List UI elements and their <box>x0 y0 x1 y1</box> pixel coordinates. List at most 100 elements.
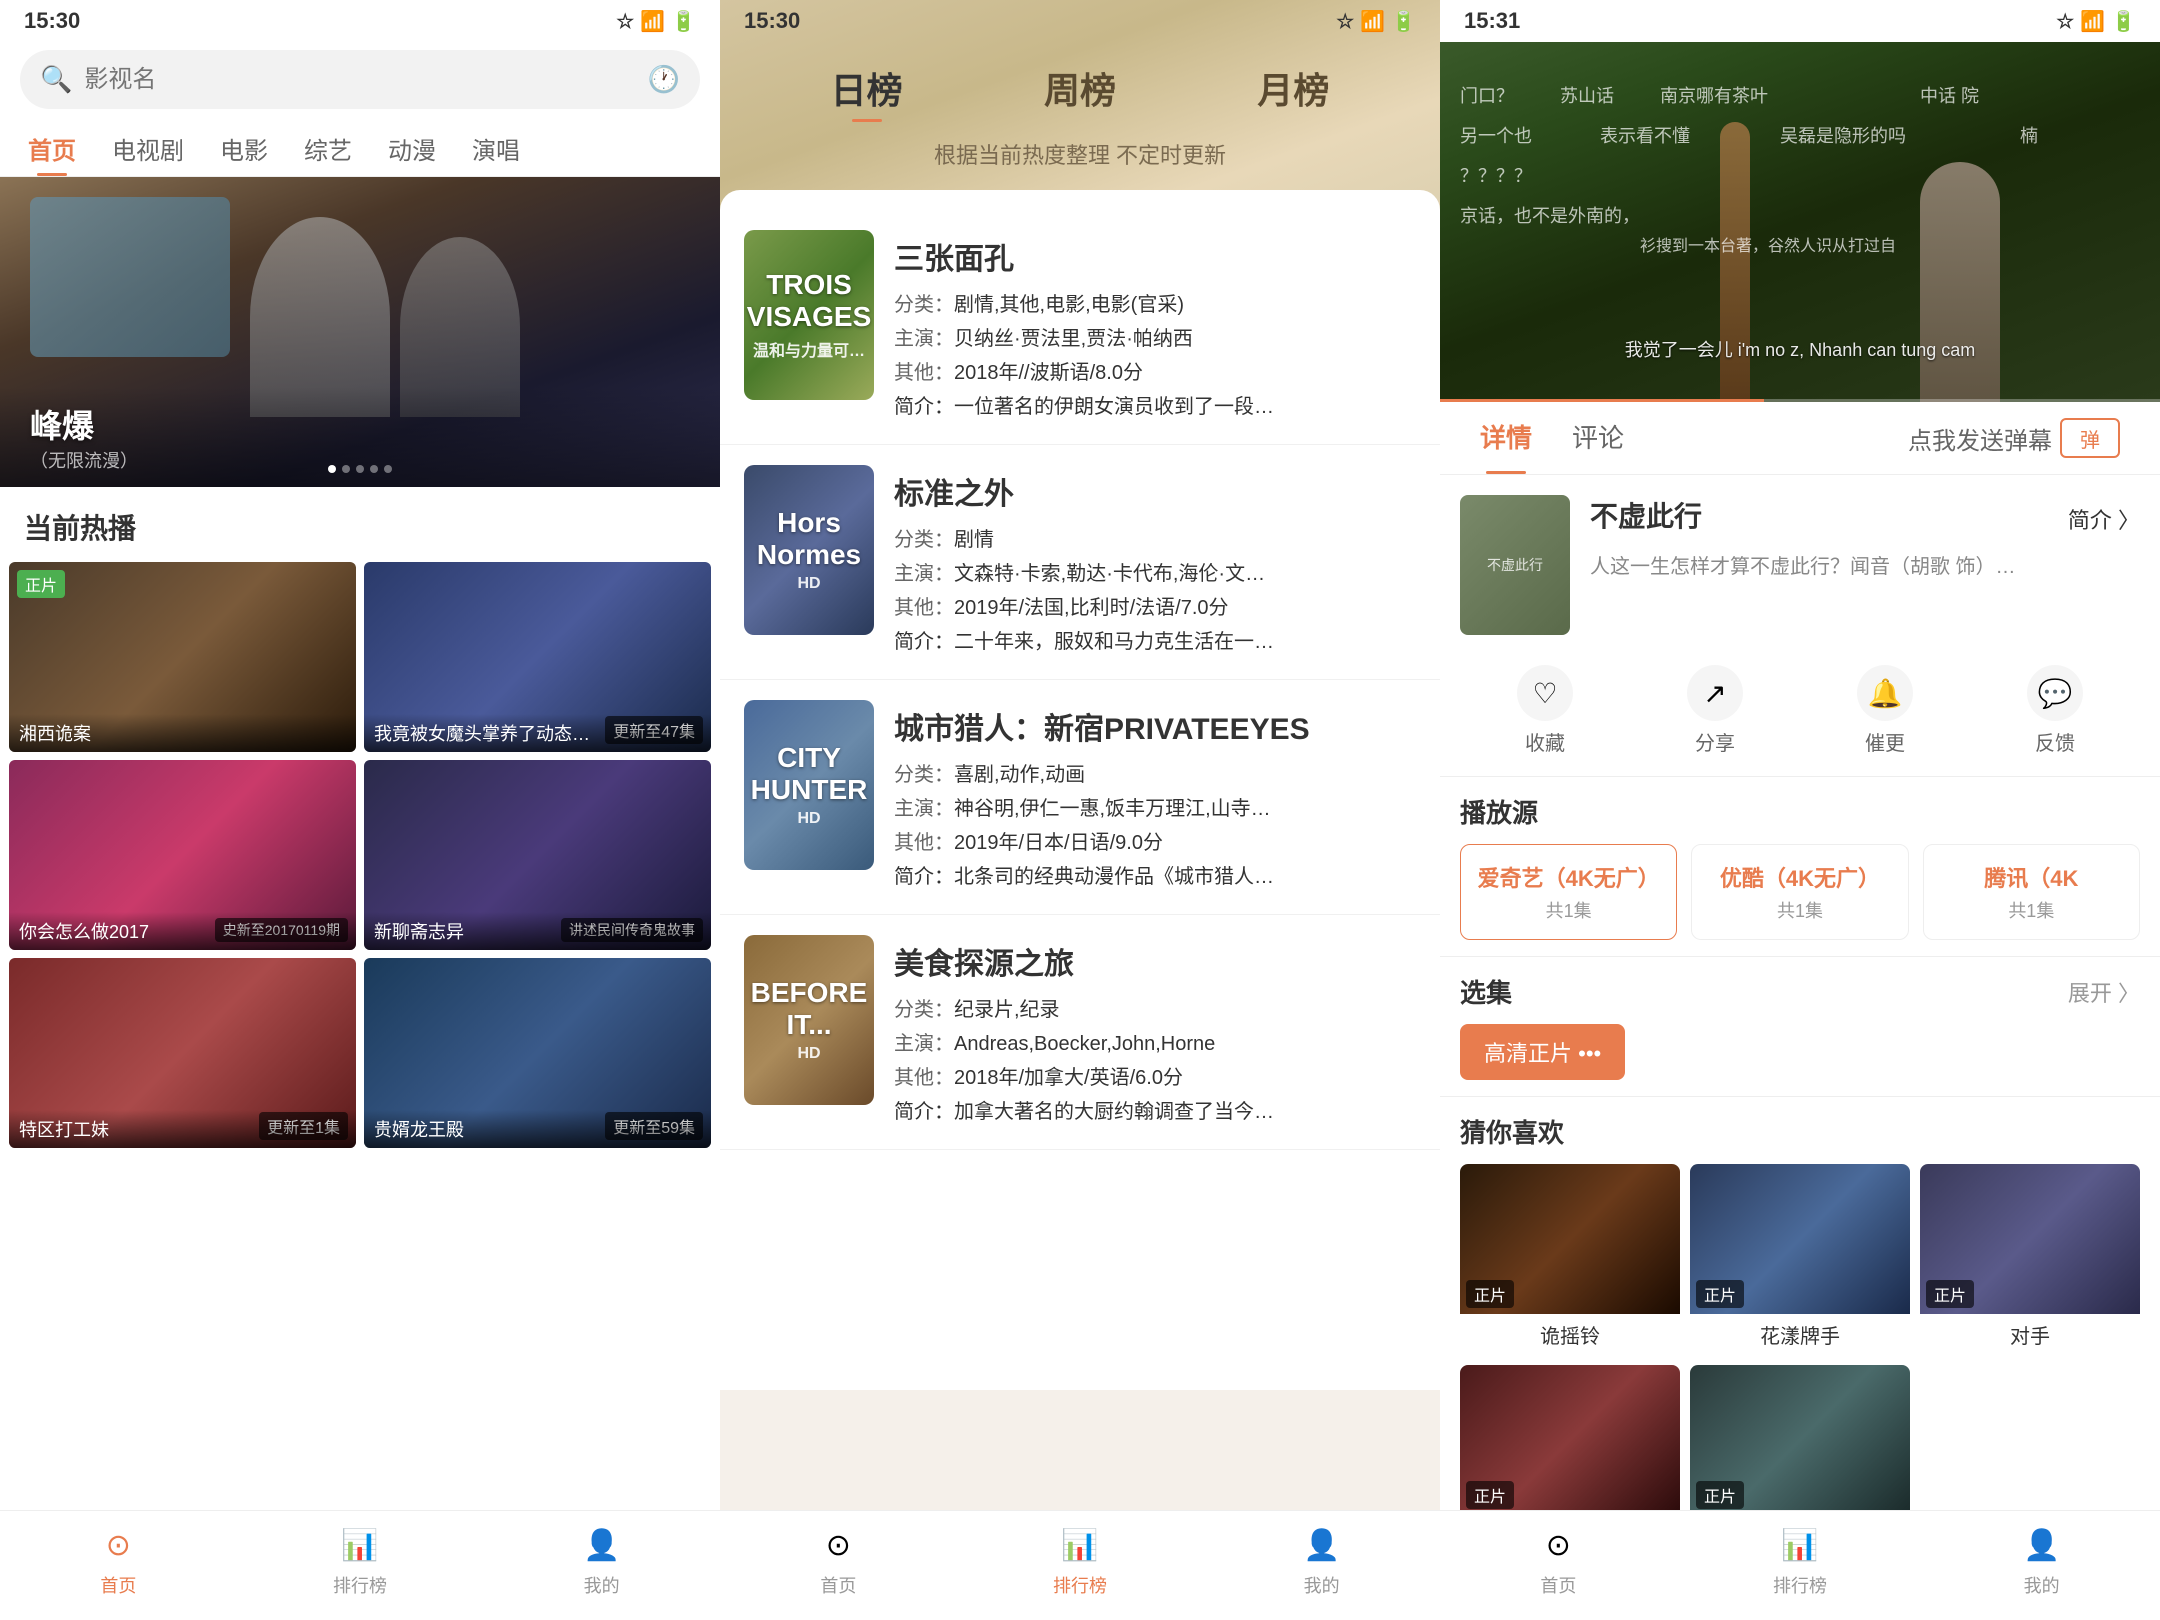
status-bar-1: 15:30 ☆ 📶 🔋 <box>0 0 720 42</box>
recommend-badge-1: 正片 <box>1466 1280 1514 1308</box>
ranking-tab-month[interactable]: 月榜 <box>1257 62 1329 122</box>
episodes-expand[interactable]: 展开 〉 <box>2068 976 2140 1008</box>
poster-sub-text-4: HD <box>797 1045 820 1063</box>
recommend-card-5[interactable]: 正片 <box>1690 1365 1910 1527</box>
ranking-poster-4: BEFORE IT... HD <box>744 935 874 1105</box>
movie-card-2[interactable]: 更新至47集 我竟被女魔头掌养了动态… <box>364 562 711 752</box>
share-btn[interactable]: ↗ 分享 <box>1687 665 1743 756</box>
ranking-info-3: 城市猎人：新宿PRIVATEEYES 分类：喜剧,动作,动画 主演：神谷明,伊仁… <box>894 700 1416 894</box>
ranking-info-4: 美食探源之旅 分类：纪录片,纪录 主演：Andreas,Boecker,John… <box>894 935 1416 1129</box>
ranking-item-3[interactable]: CITY HUNTER HD 城市猎人：新宿PRIVATEEYES 分类：喜剧,… <box>720 680 1440 915</box>
ranking-subtitle: 根据当前热度整理 不定时更新 <box>720 138 1440 170</box>
nav-tab-anime[interactable]: 动漫 <box>370 121 454 176</box>
ranking-icon-3: 📊 <box>1778 1524 1822 1568</box>
source-tencent-count: 共1集 <box>1934 897 2129 923</box>
recommend-title-3: 对手 <box>1920 1314 2140 1355</box>
movie-info-title: 不虚此行 <box>1590 495 1702 535</box>
ranking-item-4[interactable]: BEFORE IT... HD 美食探源之旅 分类：纪录片,纪录 主演：Andr… <box>720 915 1440 1150</box>
danmu-button[interactable]: 弹 <box>2060 418 2120 458</box>
detail-tab-info[interactable]: 详情 <box>1460 402 1552 474</box>
recommend-poster-5: 正片 <box>1690 1365 1910 1515</box>
bottom-nav-2-ranking[interactable]: 📊 排行榜 <box>1053 1524 1107 1598</box>
movie-intro-btn[interactable]: 简介 〉 <box>2068 503 2140 535</box>
nav-tab-concert[interactable]: 演唱 <box>454 121 538 176</box>
ranking-poster-1: TROIS VISAGES 温和与力量可… <box>744 230 874 400</box>
poster-sub-text-3: HD <box>797 810 820 828</box>
bottom-nav-ranking[interactable]: 📊 排行榜 <box>333 1524 387 1598</box>
ranking-poster-3: CITY HUNTER HD <box>744 700 874 870</box>
ranking-movie-title-4: 美食探源之旅 <box>894 939 1416 983</box>
remind-btn[interactable]: 🔔 催更 <box>1857 665 1913 756</box>
movie-title-5: 特区打工妹 <box>9 1110 356 1148</box>
bottom-nav-3-home[interactable]: ⊙ 首页 <box>1536 1524 1580 1598</box>
movie-card-3[interactable]: 史新至20170119期 你会怎么做2017 <box>9 760 356 950</box>
feedback-icon: 💬 <box>2027 665 2083 721</box>
source-tencent[interactable]: 腾讯（4K 共1集 <box>1923 844 2140 940</box>
movie-title-6: 贵婿龙王殿 <box>364 1110 711 1148</box>
clock-icon: 🕐 <box>648 64 680 95</box>
nav-tab-movie[interactable]: 电影 <box>202 121 286 176</box>
danmu-6: 表示看不懂 <box>1600 122 1690 148</box>
recommend-card-3[interactable]: 正片 对手 <box>1920 1164 2140 1355</box>
ranking-item-1[interactable]: TROIS VISAGES 温和与力量可… 三张面孔 分类：剧情,其他,电影,电… <box>720 210 1440 445</box>
banner-dot-1 <box>328 465 336 473</box>
recommend-section: 猜你喜欢 正片 诡摇铃 正片 花漾牌手 <box>1440 1096 2160 1543</box>
bottom-nav-mine[interactable]: 👤 我的 <box>580 1524 624 1598</box>
hot-section-title: 当前热播 <box>0 487 720 559</box>
recommend-badge-5: 正片 <box>1696 1481 1744 1509</box>
source-youku[interactable]: 优酷（4K无广） 共1集 <box>1691 844 1908 940</box>
ranking-icon: 📊 <box>338 1524 382 1568</box>
ranking-info-1: 三张面孔 分类：剧情,其他,电影,电影(官采) 主演：贝纳丝·贾法里,贾法·帕纳… <box>894 230 1416 424</box>
ranking-tab-week[interactable]: 周榜 <box>1044 62 1116 122</box>
bottom-nav-3: ⊙ 首页 📊 排行榜 👤 我的 <box>1440 1510 2160 1620</box>
bottom-nav-3-mine[interactable]: 👤 我的 <box>2020 1524 2064 1598</box>
movie-card-1[interactable]: 正片 湘西诡案 <box>9 562 356 752</box>
detail-tabs: 详情 评论 点我发送弹幕 弹 <box>1440 402 2160 475</box>
home-icon-2: ⊙ <box>816 1524 860 1568</box>
ranking-content: 15:30 ☆ 📶 🔋 日榜 周榜 月榜 根据当前热度整理 不定时更新 TROI… <box>720 0 1440 1390</box>
bottom-nav-3-ranking[interactable]: 📊 排行榜 <box>1773 1524 1827 1598</box>
movie-title-2: 我竟被女魔头掌养了动态… <box>364 714 711 752</box>
bottom-nav-3-mine-label: 我的 <box>2024 1572 2060 1598</box>
recommend-title-1: 诡摇铃 <box>1460 1314 1680 1355</box>
feedback-btn[interactable]: 💬 反馈 <box>2027 665 2083 756</box>
movie-card-6[interactable]: 更新至59集 贵婿龙王殿 <box>364 958 711 1148</box>
movie-card-4[interactable]: 讲述民间传奇鬼故事 新聊斋志异 <box>364 760 711 950</box>
nav-tab-home[interactable]: 首页 <box>10 121 94 176</box>
banner[interactable]: 峰爆 （无限流漫） <box>0 177 720 487</box>
bottom-nav-home[interactable]: ⊙ 首页 <box>96 1524 140 1598</box>
recommend-card-2[interactable]: 正片 花漾牌手 <box>1690 1164 1910 1355</box>
nav-tab-tv[interactable]: 电视剧 <box>94 121 202 176</box>
episode-btn-1[interactable]: 高清正片 ••• <box>1460 1024 1625 1080</box>
bottom-nav-2-mine[interactable]: 👤 我的 <box>1300 1524 1344 1598</box>
bottom-nav-1: ⊙ 首页 📊 排行榜 👤 我的 <box>0 1510 720 1620</box>
ranking-info-2: 标准之外 分类：剧情 主演：文森特·卡索,勒达·卡代布,海伦·文… 其他：201… <box>894 465 1416 659</box>
mine-icon-2: 👤 <box>1300 1524 1344 1568</box>
source-iqiyi[interactable]: 爱奇艺（4K无广） 共1集 <box>1460 844 1677 940</box>
danmu-2: 苏山话 <box>1560 82 1614 108</box>
search-bar[interactable]: 🔍 🕐 <box>20 50 700 109</box>
recommend-card-4[interactable]: 正片 <box>1460 1365 1680 1527</box>
recommend-badge-4: 正片 <box>1466 1481 1514 1509</box>
detail-tab-comments[interactable]: 评论 <box>1552 402 1644 474</box>
video-player[interactable]: 门口？ 苏山话 南京哪有茶叶 中话 院 另一个也 表示看不懂 吴磊是隐形的吗 楠… <box>1440 42 2160 402</box>
detail-tab-danmu[interactable]: 点我发送弹幕 弹 <box>1888 402 2140 474</box>
collect-btn[interactable]: ♡ 收藏 <box>1517 665 1573 756</box>
collect-icon: ♡ <box>1517 665 1573 721</box>
ranking-item-2[interactable]: Hors Normes HD 标准之外 分类：剧情 主演：文森特·卡索,勒达·卡… <box>720 445 1440 680</box>
banner-dot-2 <box>342 465 350 473</box>
bottom-nav-2-home[interactable]: ⊙ 首页 <box>816 1524 860 1598</box>
episodes-title: 选集 <box>1460 973 1512 1010</box>
sources-title: 播放源 <box>1460 793 2140 830</box>
banner-image-element <box>30 197 230 357</box>
video-subtitle: 我觉了一会儿 i'm no z, Nhanh can tung cam <box>1440 336 2160 362</box>
recommend-badge-2: 正片 <box>1696 1280 1744 1308</box>
nav-tab-variety[interactable]: 综艺 <box>286 121 370 176</box>
banner-subtitle: （无限流漫） <box>30 447 138 473</box>
search-input[interactable] <box>84 66 635 94</box>
banner-title: 峰爆 <box>30 401 94 447</box>
remind-icon: 🔔 <box>1857 665 1913 721</box>
recommend-card-1[interactable]: 正片 诡摇铃 <box>1460 1164 1680 1355</box>
movie-card-5[interactable]: 更新至1集 特区打工妹 <box>9 958 356 1148</box>
ranking-tab-day[interactable]: 日榜 <box>831 62 903 122</box>
